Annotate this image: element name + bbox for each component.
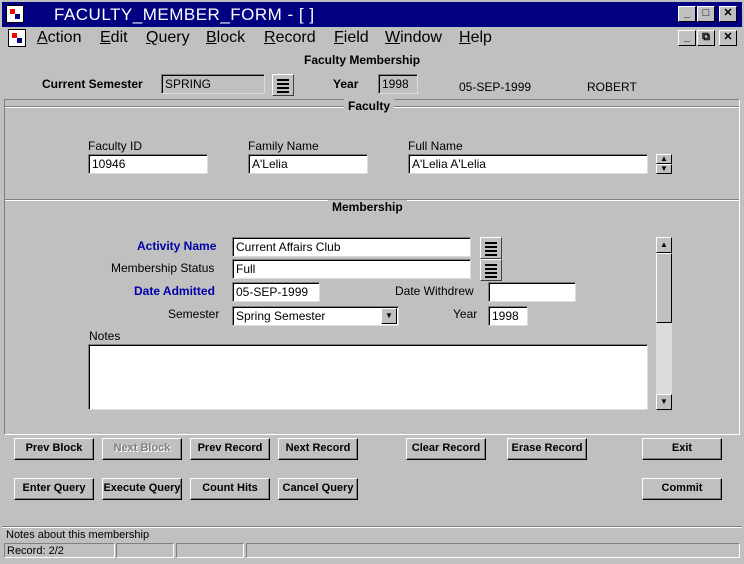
faculty-record-scroller[interactable]: ▲ ▼ (656, 154, 672, 174)
faculty-id-label: Faculty ID (88, 139, 143, 153)
membership-scrollbar[interactable]: ▲ ▼ (656, 237, 672, 410)
activity-list-button[interactable] (480, 237, 502, 259)
status-list-button[interactable] (480, 259, 502, 281)
status-cell-4 (246, 543, 740, 558)
count-hits-button[interactable]: Count Hits (190, 478, 270, 500)
family-name-field[interactable]: A'Lelia (248, 154, 368, 174)
exit-button[interactable]: Exit (642, 438, 722, 460)
enter-query-button[interactable]: Enter Query (14, 478, 94, 500)
scrollbar-down-arrow-icon[interactable]: ▼ (656, 394, 672, 410)
membership-section-title: Membership (328, 200, 407, 214)
scroll-down-arrow-icon[interactable]: ▼ (656, 164, 672, 174)
current-semester-label: Current Semester (42, 77, 143, 91)
notes-textarea[interactable] (88, 344, 648, 410)
faculty-section-title: Faculty (344, 99, 395, 113)
status-cell-3 (176, 543, 244, 558)
menu-action[interactable]: Action (37, 29, 81, 47)
notes-label: Notes (89, 329, 121, 343)
date-withdrew-label: Date Withdrew (395, 284, 474, 298)
faculty-id-field[interactable]: 10946 (88, 154, 208, 174)
activity-name-label: Activity Name (137, 239, 217, 253)
doc-minimize-button[interactable]: _ (678, 30, 696, 46)
status-hint: Notes about this membership (6, 529, 150, 541)
full-name-field[interactable]: A'Lelia A'Lelia (408, 154, 648, 174)
date-withdrew-field[interactable] (488, 282, 576, 302)
family-name-label: Family Name (248, 139, 319, 153)
doc-restore-button[interactable]: ⧉ (697, 30, 715, 46)
current-user: ROBERT (587, 80, 637, 94)
menu-edit[interactable]: Edit (100, 29, 128, 47)
dropdown-arrow-icon[interactable]: ▼ (381, 308, 397, 324)
record-counter: Record: 2/2 (4, 543, 115, 558)
current-date: 05-SEP-1999 (459, 80, 532, 94)
menu-query[interactable]: Query (146, 29, 190, 47)
semester-select-value: Spring Semester (236, 309, 326, 323)
app-icon[interactable] (6, 5, 24, 23)
date-admitted-label: Date Admitted (134, 284, 215, 298)
menu-bar: Action Edit Query Block Record Field Win… (2, 27, 742, 49)
full-name-label: Full Name (408, 139, 463, 153)
prev-record-button[interactable]: Prev Record (190, 438, 270, 460)
menu-field[interactable]: Field (334, 29, 369, 47)
close-button[interactable]: ✕ (719, 6, 737, 22)
menu-help[interactable]: Help (459, 29, 492, 47)
membership-status-label: Membership Status (111, 261, 215, 275)
status-cell-2 (116, 543, 174, 558)
header-year-label: Year (333, 77, 359, 91)
date-admitted-field[interactable]: 05-SEP-1999 (232, 282, 320, 302)
window-title: FACULTY_MEMBER_FORM - [ ] (54, 5, 315, 24)
form-title: Faculty Membership (304, 53, 421, 67)
maximize-button[interactable]: □ (697, 6, 715, 22)
document-icon[interactable] (8, 29, 26, 47)
scrollbar-thumb[interactable] (656, 253, 672, 323)
semester-list-button[interactable] (272, 74, 294, 96)
cancel-query-button[interactable]: Cancel Query (278, 478, 358, 500)
membership-status-field[interactable]: Full (232, 259, 471, 279)
status-divider-highlight (2, 527, 742, 528)
title-bar[interactable]: FACULTY_MEMBER_FORM - [ ] _ □ ✕ (2, 2, 742, 27)
erase-record-button[interactable]: Erase Record (507, 438, 587, 460)
menu-window[interactable]: Window (385, 29, 442, 47)
membership-year-field[interactable]: 1998 (488, 306, 528, 326)
scroll-up-arrow-icon[interactable]: ▲ (656, 154, 672, 164)
commit-button[interactable]: Commit (642, 478, 722, 500)
current-semester-field[interactable]: SPRING (161, 74, 265, 94)
menu-block[interactable]: Block (206, 29, 245, 47)
clear-record-button[interactable]: Clear Record (406, 438, 486, 460)
membership-year-label: Year (453, 307, 478, 321)
execute-query-button[interactable]: Execute Query (102, 478, 182, 500)
next-record-button[interactable]: Next Record (278, 438, 358, 460)
minimize-button[interactable]: _ (678, 6, 696, 22)
header-year-field[interactable]: 1998 (378, 74, 418, 94)
menu-record[interactable]: Record (264, 29, 316, 47)
semester-select[interactable]: Spring Semester ▼ (232, 306, 399, 326)
doc-close-button[interactable]: ✕ (719, 30, 737, 46)
activity-name-field[interactable]: Current Affairs Club (232, 237, 471, 257)
scrollbar-up-arrow-icon[interactable]: ▲ (656, 237, 672, 253)
semester-label: Semester (168, 307, 220, 321)
prev-block-button[interactable]: Prev Block (14, 438, 94, 460)
next-block-button[interactable]: Next Block (102, 438, 182, 460)
